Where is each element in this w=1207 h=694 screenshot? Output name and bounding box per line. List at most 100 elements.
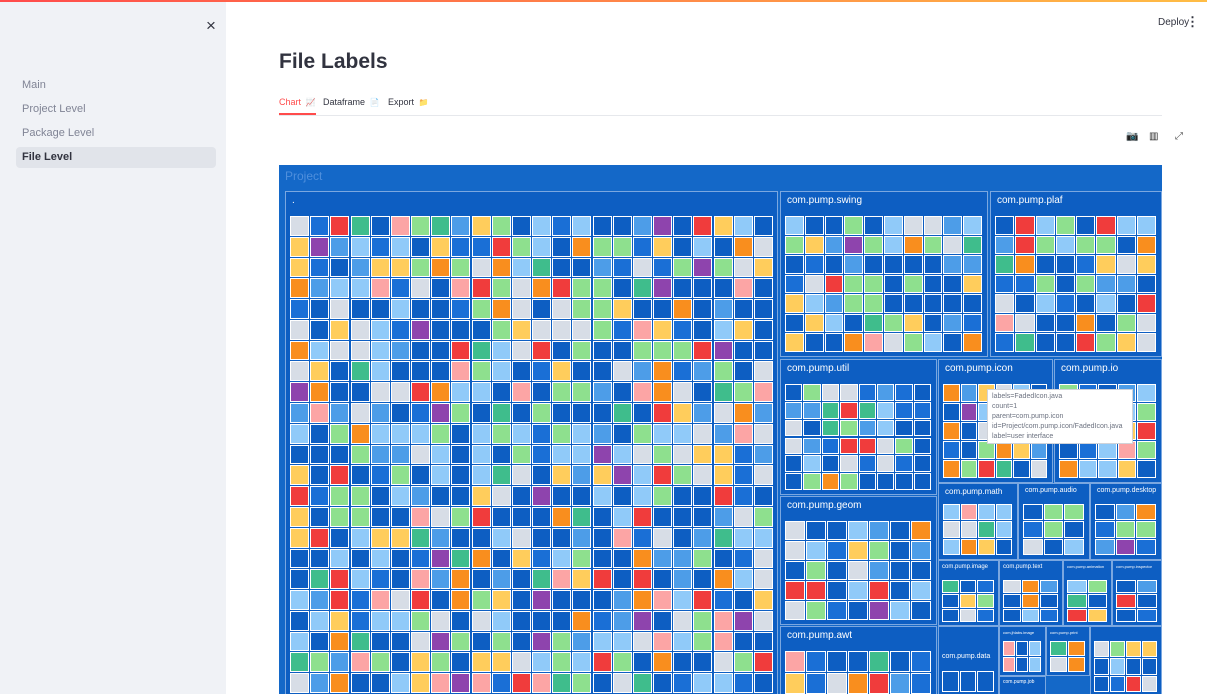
file-cell[interactable] [693,506,713,527]
file-cell[interactable] [632,590,652,610]
file-cell[interactable] [827,541,847,560]
file-cell[interactable] [848,673,868,694]
file-cell[interactable] [827,581,847,600]
file-cell[interactable] [411,652,431,673]
file-cell[interactable] [511,236,531,257]
file-cell[interactable] [1030,460,1047,478]
file-cell[interactable] [827,561,847,580]
file-cell[interactable] [572,299,592,319]
file-cell[interactable] [1067,594,1087,608]
file-cell[interactable] [552,527,572,548]
file-cell[interactable] [693,216,713,236]
file-cell[interactable] [431,299,451,319]
file-cell[interactable] [753,610,773,631]
file-cell[interactable] [612,590,632,610]
file-cell[interactable] [653,423,673,444]
file-cell[interactable] [673,257,693,278]
file-cell[interactable] [1035,313,1055,333]
file-cell[interactable] [572,486,592,506]
file-cell[interactable] [884,235,903,255]
file-cell[interactable] [977,580,994,594]
file-cell[interactable] [411,403,431,423]
file-cell[interactable] [390,673,410,693]
file-cell[interactable] [612,465,632,486]
file-cell[interactable] [451,444,471,465]
file-cell[interactable] [1015,274,1035,294]
file-cell[interactable] [290,610,310,631]
file-cell[interactable] [1035,274,1055,294]
file-cell[interactable] [693,236,713,257]
file-cell[interactable] [713,506,733,527]
file-cell[interactable] [864,294,883,313]
file-cell[interactable] [572,569,592,590]
file-cell[interactable] [330,673,350,693]
file-cell[interactable] [290,403,310,423]
file-cell[interactable] [693,590,713,610]
file-cell[interactable] [552,673,572,693]
file-cell[interactable] [552,486,572,506]
file-cell[interactable] [350,340,370,361]
file-cell[interactable] [310,631,330,652]
file-cell[interactable] [785,437,803,455]
file-cell[interactable] [1126,675,1141,692]
file-cell[interactable] [884,255,903,274]
file-cell[interactable] [552,631,572,652]
file-cell[interactable] [884,216,903,235]
file-cell[interactable] [913,384,931,401]
file-cell[interactable] [1043,521,1064,538]
file-cell[interactable] [653,652,673,673]
file-cell[interactable] [1087,594,1107,608]
file-cell[interactable] [995,313,1015,333]
file-cell[interactable] [1087,608,1107,622]
file-cell[interactable] [977,608,994,622]
file-cell[interactable] [330,236,350,257]
file-cell[interactable] [1040,608,1058,622]
file-cell[interactable] [411,486,431,506]
file-cell[interactable] [803,384,821,401]
file-cell[interactable] [632,423,652,444]
file-cell[interactable] [1055,216,1075,235]
file-cell[interactable] [713,423,733,444]
file-cell[interactable] [632,465,652,486]
file-cell[interactable] [290,361,310,382]
file-cell[interactable] [1142,675,1157,692]
file-cell[interactable] [411,299,431,319]
file-cell[interactable] [310,257,330,278]
file-cell[interactable] [431,590,451,610]
file-cell[interactable] [959,671,977,692]
file-cell[interactable] [632,548,652,569]
file-cell[interactable] [733,506,753,527]
file-cell[interactable] [572,548,592,569]
file-cell[interactable] [471,486,491,506]
file-cell[interactable] [1096,294,1116,313]
file-cell[interactable] [884,294,903,313]
file-cell[interactable] [612,340,632,361]
file-cell[interactable] [876,473,895,490]
file-cell[interactable] [733,673,753,693]
file-cell[interactable] [572,527,592,548]
file-cell[interactable] [411,527,431,548]
file-cell[interactable] [1094,675,1109,692]
file-cell[interactable] [713,236,733,257]
file-cell[interactable] [753,590,773,610]
file-cell[interactable] [451,590,471,610]
file-cell[interactable] [1076,274,1096,294]
tab-dataframe[interactable]: Dataframe 📄 [323,94,380,113]
file-cell[interactable] [552,382,572,403]
file-cell[interactable] [431,278,451,299]
file-cell[interactable] [572,590,592,610]
file-cell[interactable] [693,486,713,506]
file-cell[interactable] [1087,580,1107,594]
file-cell[interactable] [824,274,844,294]
package-desktop[interactable]: com.pump.desktop [1090,483,1162,560]
package-util[interactable]: com.pump.util [780,359,937,495]
file-cell[interactable] [653,486,673,506]
file-cell[interactable] [370,216,390,236]
file-cell[interactable] [943,235,963,255]
file-cell[interactable] [995,538,1012,555]
file-cell[interactable] [1137,384,1156,402]
file-cell[interactable] [370,506,390,527]
file-cell[interactable] [491,465,511,486]
file-cell[interactable] [673,465,693,486]
file-cell[interactable] [753,403,773,423]
